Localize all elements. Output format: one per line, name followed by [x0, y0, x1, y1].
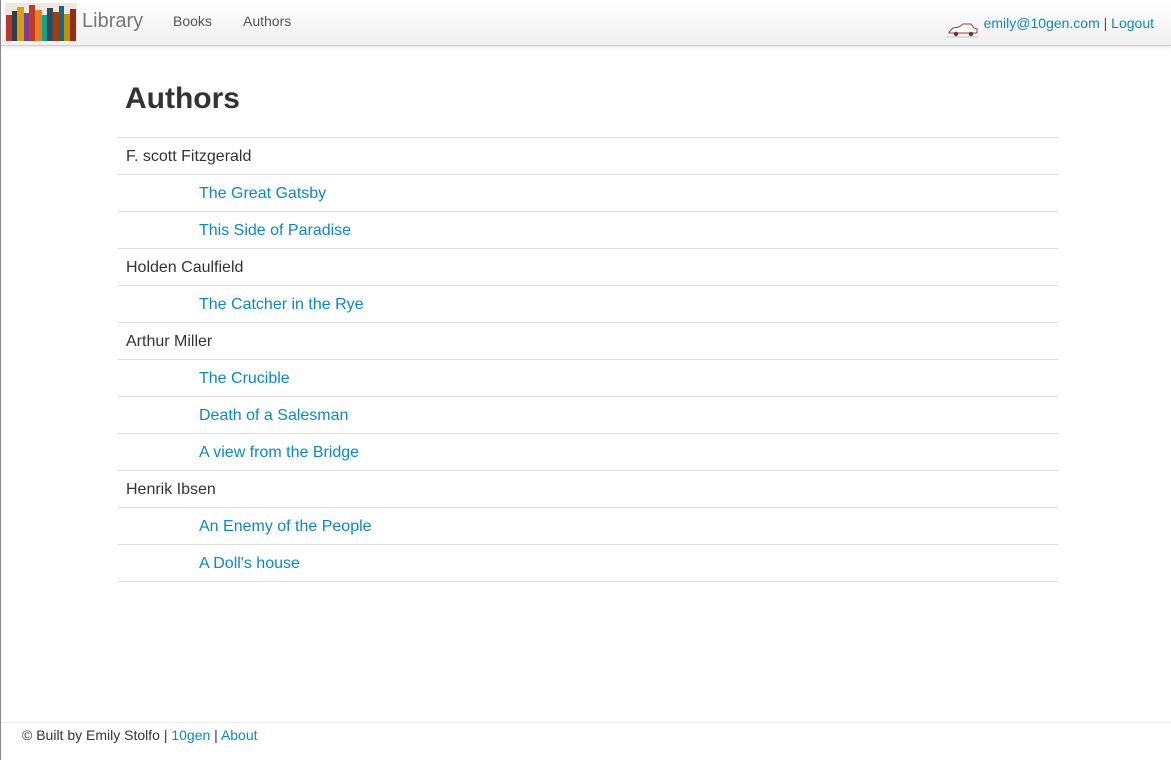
car-avatar-icon [947, 23, 979, 38]
footer-10gen-link[interactable]: 10gen [171, 727, 210, 743]
brand-title[interactable]: Library [82, 10, 143, 33]
author-row: Holden Caulfield [118, 249, 1058, 286]
footer-content: © Built by Emily Stolfo | 10gen | About [22, 727, 258, 743]
page-title: Authors [125, 82, 240, 115]
book-link[interactable]: The Great Gatsby [199, 185, 326, 202]
footer-credit: © Built by Emily Stolfo [22, 727, 160, 743]
book-row: A Doll's house [118, 545, 1058, 582]
logout-link[interactable]: Logout [1111, 15, 1154, 31]
book-link[interactable]: A view from the Bridge [199, 444, 359, 461]
book-link[interactable]: Death of a Salesman [199, 407, 348, 424]
book-link[interactable]: An Enemy of the People [199, 518, 372, 535]
author-row: F. scott Fitzgerald [118, 138, 1058, 175]
footer-separator: | [214, 727, 218, 743]
nav-books-link[interactable]: Books [173, 13, 212, 29]
footer-separator: | [163, 727, 168, 743]
user-separator: | [1103, 15, 1108, 31]
book-link[interactable]: The Crucible [199, 370, 290, 387]
footer: © Built by Emily Stolfo | 10gen | About [1, 722, 1171, 761]
author-row: Henrik Ibsen [118, 471, 1058, 508]
book-row: An Enemy of the People [118, 508, 1058, 545]
book-row: Death of a Salesman [118, 397, 1058, 434]
navbar: Library Books Authors emily@10gen.com | … [1, 0, 1171, 46]
bookshelf-logo-icon[interactable] [5, 3, 77, 41]
book-row: A view from the Bridge [118, 434, 1058, 471]
user-email-link[interactable]: emily@10gen.com [984, 15, 1100, 31]
book-row: This Side of Paradise [118, 212, 1058, 249]
book-link[interactable]: A Doll's house [199, 555, 300, 572]
nav-authors-link[interactable]: Authors [243, 13, 291, 29]
book-link[interactable]: The Catcher in the Rye [199, 296, 364, 313]
book-link[interactable]: This Side of Paradise [199, 222, 351, 239]
user-area: emily@10gen.com | Logout [984, 15, 1154, 31]
author-row: Arthur Miller [118, 323, 1058, 360]
book-row: The Catcher in the Rye [118, 286, 1058, 323]
authors-table: F. scott Fitzgerald The Great Gatsby Thi… [118, 137, 1058, 582]
book-row: The Crucible [118, 360, 1058, 397]
footer-about-link[interactable]: About [221, 727, 258, 743]
book-row: The Great Gatsby [118, 175, 1058, 212]
